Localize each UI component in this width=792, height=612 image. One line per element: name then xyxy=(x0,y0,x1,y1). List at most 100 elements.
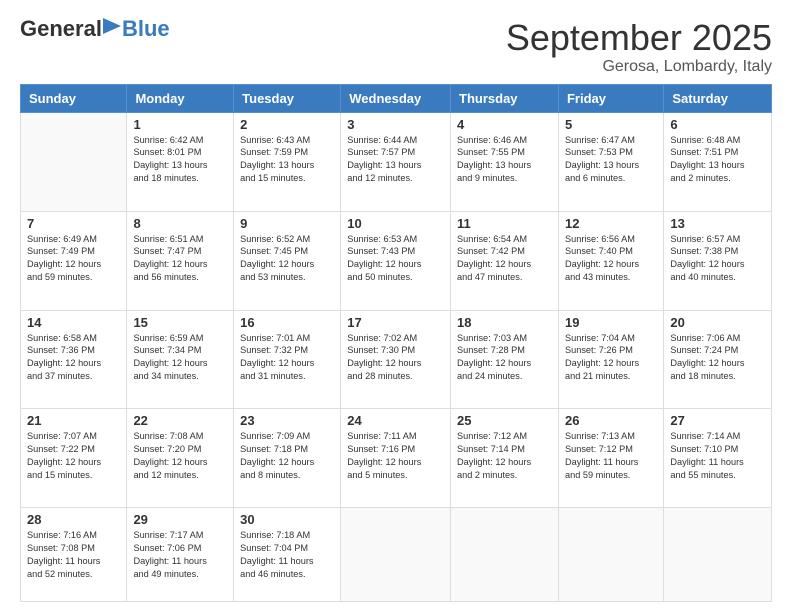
day-info: Sunrise: 6:49 AM Sunset: 7:49 PM Dayligh… xyxy=(27,233,120,285)
calendar-cell: 28 Sunrise: 7:16 AM Sunset: 7:08 PM Dayli… xyxy=(21,508,127,602)
day-info: Sunrise: 7:07 AM Sunset: 7:22 PM Dayligh… xyxy=(27,430,120,482)
day-number: 9 xyxy=(240,216,334,231)
calendar-cell xyxy=(558,508,663,602)
day-info: Sunrise: 6:42 AM Sunset: 8:01 PM Dayligh… xyxy=(133,134,227,186)
day-number: 14 xyxy=(27,315,120,330)
weekday-monday: Monday xyxy=(127,84,234,112)
weekday-sunday: Sunday xyxy=(21,84,127,112)
logo-flag-icon xyxy=(103,18,121,40)
calendar-cell: 14 Sunrise: 6:58 AM Sunset: 7:36 PM Dayli… xyxy=(21,310,127,409)
calendar-cell: 5 Sunrise: 6:47 AM Sunset: 7:53 PM Daylig… xyxy=(558,112,663,211)
day-number: 10 xyxy=(347,216,444,231)
calendar-cell xyxy=(21,112,127,211)
day-info: Sunrise: 7:12 AM Sunset: 7:14 PM Dayligh… xyxy=(457,430,552,482)
day-info: Sunrise: 6:48 AM Sunset: 7:51 PM Dayligh… xyxy=(670,134,765,186)
logo-blue-text: Blue xyxy=(122,18,170,40)
calendar-cell: 4 Sunrise: 6:46 AM Sunset: 7:55 PM Daylig… xyxy=(451,112,559,211)
calendar-cell: 25 Sunrise: 7:12 AM Sunset: 7:14 PM Dayli… xyxy=(451,409,559,508)
day-info: Sunrise: 7:08 AM Sunset: 7:20 PM Dayligh… xyxy=(133,430,227,482)
day-number: 19 xyxy=(565,315,657,330)
day-number: 7 xyxy=(27,216,120,231)
day-info: Sunrise: 6:46 AM Sunset: 7:55 PM Dayligh… xyxy=(457,134,552,186)
calendar-cell: 23 Sunrise: 7:09 AM Sunset: 7:18 PM Dayli… xyxy=(234,409,341,508)
weekday-header-row: SundayMondayTuesdayWednesdayThursdayFrid… xyxy=(21,84,772,112)
calendar-cell: 18 Sunrise: 7:03 AM Sunset: 7:28 PM Dayli… xyxy=(451,310,559,409)
day-number: 8 xyxy=(133,216,227,231)
calendar-cell: 8 Sunrise: 6:51 AM Sunset: 7:47 PM Daylig… xyxy=(127,211,234,310)
calendar-cell: 30 Sunrise: 7:18 AM Sunset: 7:04 PM Dayli… xyxy=(234,508,341,602)
calendar-cell: 27Sunrise: 7:14 AM Sunset: 7:10 PM Dayli… xyxy=(664,409,772,508)
day-number: 12 xyxy=(565,216,657,231)
day-info: Sunrise: 6:52 AM Sunset: 7:45 PM Dayligh… xyxy=(240,233,334,285)
day-number: 1 xyxy=(133,117,227,132)
day-info: Sunrise: 7:03 AM Sunset: 7:28 PM Dayligh… xyxy=(457,332,552,384)
calendar-cell: 15 Sunrise: 6:59 AM Sunset: 7:34 PM Dayli… xyxy=(127,310,234,409)
day-number: 16 xyxy=(240,315,334,330)
day-info: Sunrise: 7:09 AM Sunset: 7:18 PM Dayligh… xyxy=(240,430,334,482)
calendar-cell: 21 Sunrise: 7:07 AM Sunset: 7:22 PM Dayli… xyxy=(21,409,127,508)
day-info: Sunrise: 6:58 AM Sunset: 7:36 PM Dayligh… xyxy=(27,332,120,384)
day-info: Sunrise: 6:43 AM Sunset: 7:59 PM Dayligh… xyxy=(240,134,334,186)
day-number: 26 xyxy=(565,413,657,428)
calendar-cell: 1 Sunrise: 6:42 AM Sunset: 8:01 PM Daylig… xyxy=(127,112,234,211)
calendar-cell: 6Sunrise: 6:48 AM Sunset: 7:51 PM Daylig… xyxy=(664,112,772,211)
day-number: 23 xyxy=(240,413,334,428)
day-info: Sunrise: 6:56 AM Sunset: 7:40 PM Dayligh… xyxy=(565,233,657,285)
day-number: 4 xyxy=(457,117,552,132)
day-number: 21 xyxy=(27,413,120,428)
calendar-cell xyxy=(664,508,772,602)
calendar-cell: 12 Sunrise: 6:56 AM Sunset: 7:40 PM Dayli… xyxy=(558,211,663,310)
day-info: Sunrise: 7:18 AM Sunset: 7:04 PM Dayligh… xyxy=(240,529,334,581)
day-info: Sunrise: 6:59 AM Sunset: 7:34 PM Dayligh… xyxy=(133,332,227,384)
day-number: 29 xyxy=(133,512,227,527)
day-number: 3 xyxy=(347,117,444,132)
day-info: Sunrise: 7:14 AM Sunset: 7:10 PM Dayligh… xyxy=(670,430,765,482)
location: Gerosa, Lombardy, Italy xyxy=(506,58,772,76)
weekday-friday: Friday xyxy=(558,84,663,112)
calendar-cell: 17Sunrise: 7:02 AM Sunset: 7:30 PM Dayli… xyxy=(341,310,451,409)
calendar-cell: 26 Sunrise: 7:13 AM Sunset: 7:12 PM Dayli… xyxy=(558,409,663,508)
day-info: Sunrise: 6:47 AM Sunset: 7:53 PM Dayligh… xyxy=(565,134,657,186)
day-info: Sunrise: 7:13 AM Sunset: 7:12 PM Dayligh… xyxy=(565,430,657,482)
day-info: Sunrise: 7:01 AM Sunset: 7:32 PM Dayligh… xyxy=(240,332,334,384)
calendar-cell xyxy=(341,508,451,602)
calendar-cell: 9 Sunrise: 6:52 AM Sunset: 7:45 PM Daylig… xyxy=(234,211,341,310)
day-info: Sunrise: 7:17 AM Sunset: 7:06 PM Dayligh… xyxy=(133,529,227,581)
calendar-cell: 19Sunrise: 7:04 AM Sunset: 7:26 PM Dayli… xyxy=(558,310,663,409)
day-info: Sunrise: 6:51 AM Sunset: 7:47 PM Dayligh… xyxy=(133,233,227,285)
day-number: 13 xyxy=(670,216,765,231)
logo: General Blue xyxy=(20,18,170,40)
calendar-cell: 16 Sunrise: 7:01 AM Sunset: 7:32 PM Dayli… xyxy=(234,310,341,409)
day-number: 18 xyxy=(457,315,552,330)
day-number: 15 xyxy=(133,315,227,330)
calendar-cell: 2 Sunrise: 6:43 AM Sunset: 7:59 PM Daylig… xyxy=(234,112,341,211)
calendar-cell: 24 Sunrise: 7:11 AM Sunset: 7:16 PM Dayli… xyxy=(341,409,451,508)
calendar-cell: 13Sunrise: 6:57 AM Sunset: 7:38 PM Dayli… xyxy=(664,211,772,310)
month-title: September 2025 xyxy=(506,18,772,58)
calendar-cell: 10Sunrise: 6:53 AM Sunset: 7:43 PM Dayli… xyxy=(341,211,451,310)
day-number: 25 xyxy=(457,413,552,428)
day-info: Sunrise: 7:06 AM Sunset: 7:24 PM Dayligh… xyxy=(670,332,765,384)
calendar-cell: 11 Sunrise: 6:54 AM Sunset: 7:42 PM Dayli… xyxy=(451,211,559,310)
day-number: 5 xyxy=(565,117,657,132)
day-info: Sunrise: 6:54 AM Sunset: 7:42 PM Dayligh… xyxy=(457,233,552,285)
title-block: September 2025 Gerosa, Lombardy, Italy xyxy=(506,18,772,76)
day-number: 11 xyxy=(457,216,552,231)
calendar-cell: 7 Sunrise: 6:49 AM Sunset: 7:49 PM Daylig… xyxy=(21,211,127,310)
day-info: Sunrise: 6:44 AM Sunset: 7:57 PM Dayligh… xyxy=(347,134,444,186)
day-number: 28 xyxy=(27,512,120,527)
day-info: Sunrise: 7:02 AM Sunset: 7:30 PM Dayligh… xyxy=(347,332,444,384)
weekday-thursday: Thursday xyxy=(451,84,559,112)
weekday-wednesday: Wednesday xyxy=(341,84,451,112)
day-number: 22 xyxy=(133,413,227,428)
day-number: 30 xyxy=(240,512,334,527)
calendar-cell: 29 Sunrise: 7:17 AM Sunset: 7:06 PM Dayli… xyxy=(127,508,234,602)
day-info: Sunrise: 7:11 AM Sunset: 7:16 PM Dayligh… xyxy=(347,430,444,482)
day-number: 2 xyxy=(240,117,334,132)
day-number: 20 xyxy=(670,315,765,330)
day-info: Sunrise: 7:16 AM Sunset: 7:08 PM Dayligh… xyxy=(27,529,120,581)
header: General Blue September 2025 Gerosa, Lomb… xyxy=(20,18,772,76)
calendar-cell: 22 Sunrise: 7:08 AM Sunset: 7:20 PM Dayli… xyxy=(127,409,234,508)
day-number: 24 xyxy=(347,413,444,428)
weekday-saturday: Saturday xyxy=(664,84,772,112)
